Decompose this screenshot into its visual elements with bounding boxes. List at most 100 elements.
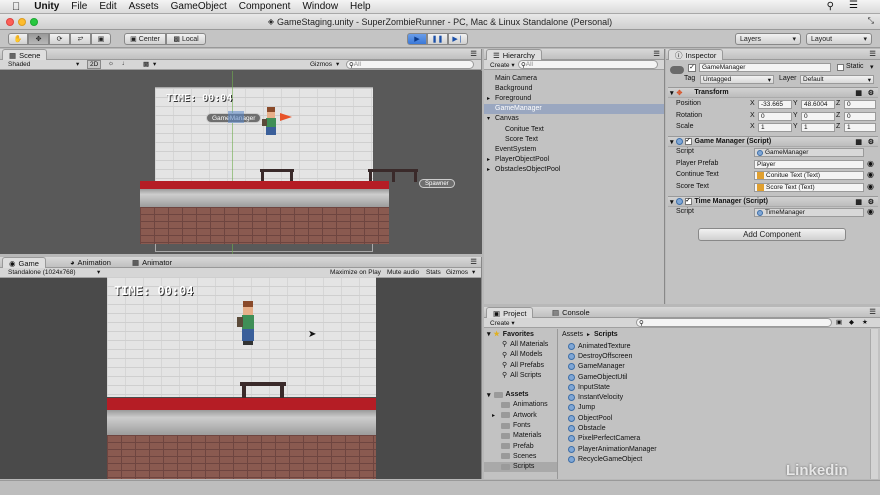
audio-icon[interactable]: ♩ bbox=[122, 60, 129, 67]
chevron-right-icon[interactable]: ▸ bbox=[487, 166, 495, 173]
project-create-button[interactable]: Create ▾ bbox=[490, 319, 515, 327]
scene-search-input[interactable]: ⚲ All bbox=[346, 60, 474, 69]
help-icon[interactable]: ▦ bbox=[855, 138, 862, 146]
filter-label-icon[interactable]: ◆ bbox=[849, 318, 854, 326]
tab-project[interactable]: ▣ Project bbox=[486, 307, 534, 318]
tab-animation[interactable]: ◕ Animation bbox=[64, 257, 117, 268]
script-asset-item[interactable]: Jump bbox=[568, 403, 868, 413]
hierarchy-create-button[interactable]: Create ▾ bbox=[490, 61, 515, 69]
scale-tool-button[interactable]: ⥂ bbox=[70, 33, 91, 45]
pause-button[interactable]: ❚❚ bbox=[427, 33, 448, 45]
layer-dropdown[interactable]: Default ▾ bbox=[800, 75, 874, 84]
component-enabled-checkbox[interactable]: ✓ bbox=[684, 138, 692, 145]
tab-scene[interactable]: ▦ Scene bbox=[2, 49, 48, 60]
filter-type-icon[interactable]: ▣ bbox=[836, 318, 842, 326]
position-z-field[interactable]: 0 bbox=[844, 100, 876, 109]
asset-folder-item[interactable]: Scenes bbox=[484, 451, 557, 461]
hierarchy-item[interactable]: ▾ Canvas bbox=[484, 114, 664, 124]
hierarchy-item[interactable]: Conitue Text bbox=[484, 124, 664, 134]
menu-assets[interactable]: Assets bbox=[129, 1, 159, 12]
step-button[interactable]: ▶❘ bbox=[448, 33, 468, 45]
script-asset-item[interactable]: GameManager bbox=[568, 362, 868, 372]
asset-folder-item[interactable]: Animations bbox=[484, 400, 557, 410]
fullscreen-icon[interactable]: ⤡ bbox=[868, 16, 874, 26]
hierarchy-item[interactable]: Score Text bbox=[484, 134, 664, 144]
game-viewport[interactable]: TIME: 00:04 ➤ bbox=[107, 277, 376, 479]
layout-dropdown[interactable]: Layout ▾ bbox=[806, 33, 872, 45]
tab-inspector[interactable]: ⓘ Inspector bbox=[668, 49, 724, 60]
script-asset-item[interactable]: InputState bbox=[568, 382, 868, 392]
shading-dropdown[interactable]: Shaded bbox=[8, 61, 30, 68]
chevron-right-icon[interactable]: ▸ bbox=[487, 95, 495, 102]
chevron-right-icon[interactable]: ▸ bbox=[487, 156, 495, 163]
active-checkbox[interactable]: ✓ bbox=[688, 64, 696, 72]
position-y-field[interactable]: 48.6004 bbox=[801, 100, 835, 109]
object-picker-icon[interactable]: ◉ bbox=[867, 182, 874, 191]
apple-icon[interactable]:  bbox=[12, 1, 20, 13]
hierarchy-item[interactable]: Background bbox=[484, 83, 664, 93]
rotation-x-field[interactable]: 0 bbox=[758, 112, 792, 121]
gear-icon[interactable]: ⚙ bbox=[868, 198, 874, 206]
hierarchy-item[interactable]: ▸ Foreground bbox=[484, 93, 664, 103]
assets-header[interactable]: ▾ Assets bbox=[484, 389, 557, 399]
script-asset-item[interactable]: Obstacle bbox=[568, 423, 868, 433]
script-asset-item[interactable]: GameObjectUtil bbox=[568, 372, 868, 382]
time-manager-script-field[interactable]: TimeManager bbox=[754, 208, 864, 217]
script-asset-item[interactable]: InstantVelocity bbox=[568, 392, 868, 402]
menu-unity[interactable]: Unity bbox=[34, 1, 59, 12]
zoom-window-button[interactable] bbox=[30, 18, 38, 26]
maximize-on-play-toggle[interactable]: Maximize on Play bbox=[330, 269, 381, 276]
asset-folder-item[interactable]: Prefab bbox=[484, 441, 557, 451]
hierarchy-item[interactable]: ▸ PlayerObjectPool bbox=[484, 155, 664, 165]
game-manager-component-header[interactable]: ▾ ✓ Game Manager (Script) ▦ ⚙ bbox=[668, 136, 878, 147]
hand-tool-button[interactable]: ✋ bbox=[8, 33, 28, 45]
stats-toggle[interactable]: Stats bbox=[426, 269, 441, 276]
hierarchy-item[interactable]: ▸ ObstaclesObjectPool bbox=[484, 165, 664, 175]
effects-icon[interactable]: ▩ bbox=[143, 60, 149, 68]
asset-folder-item[interactable]: Fonts bbox=[484, 420, 557, 430]
game-gizmos-dropdown[interactable]: Gizmos bbox=[446, 269, 468, 276]
play-button[interactable]: ▶ bbox=[407, 33, 427, 45]
panel-menu-icon[interactable]: ☰ bbox=[869, 307, 876, 316]
asset-folder-item[interactable]: Scripts bbox=[484, 461, 557, 472]
hierarchy-item[interactable]: GameManager bbox=[484, 103, 664, 114]
object-name-field[interactable]: GameManager bbox=[699, 63, 831, 72]
gear-icon[interactable]: ⚙ bbox=[868, 89, 874, 97]
player-sprite[interactable] bbox=[262, 107, 280, 135]
rotation-z-field[interactable]: 0 bbox=[844, 112, 876, 121]
panel-menu-icon[interactable]: ☰ bbox=[653, 49, 660, 58]
tag-dropdown[interactable]: Untagged ▾ bbox=[700, 75, 774, 84]
tab-console[interactable]: ▤ Console bbox=[546, 307, 596, 318]
search-icon[interactable]: ⚲ bbox=[827, 1, 834, 12]
gear-icon[interactable]: ⚙ bbox=[868, 138, 874, 146]
object-picker-icon[interactable]: ◉ bbox=[867, 207, 874, 216]
static-checkbox[interactable] bbox=[837, 64, 844, 71]
favorite-item[interactable]: ⚲ All Materials bbox=[484, 339, 557, 349]
asset-folder-item[interactable]: Materials bbox=[484, 431, 557, 441]
menu-window[interactable]: Window bbox=[302, 1, 338, 12]
spawner-scene-label[interactable]: Spawner bbox=[419, 179, 455, 188]
space-local-button[interactable]: ▩ Local bbox=[166, 33, 206, 45]
time-manager-component-header[interactable]: ▾ ✓ Time Manager (Script) ▦ ⚙ bbox=[668, 196, 878, 207]
continue-text-field[interactable]: Conitue Text (Text) bbox=[754, 171, 864, 180]
asset-folder-item[interactable]: ▸ Artwork bbox=[484, 410, 557, 420]
player-prefab-field[interactable]: Player bbox=[754, 160, 864, 169]
chevron-down-icon[interactable]: ▾ bbox=[487, 115, 495, 122]
favorite-item[interactable]: ⚲ All Prefabs bbox=[484, 360, 557, 370]
script-asset-item[interactable]: DestroyOffscreen bbox=[568, 351, 868, 361]
hierarchy-search-input[interactable]: ⚲ All bbox=[518, 60, 658, 69]
script-asset-item[interactable]: AnimatedTexture bbox=[568, 341, 868, 351]
chevron-down-icon[interactable]: ▾ bbox=[870, 63, 874, 71]
star-icon[interactable]: ★ bbox=[862, 318, 868, 326]
list-icon[interactable]: ☰ bbox=[849, 0, 858, 11]
hierarchy-item[interactable]: Main Camera bbox=[484, 73, 664, 83]
tab-game[interactable]: ◉ Game bbox=[2, 257, 46, 268]
tab-hierarchy[interactable]: ☰ Hierarchy bbox=[486, 49, 542, 60]
panel-menu-icon[interactable]: ☰ bbox=[470, 257, 477, 266]
move-gizmo-arrow-icon[interactable] bbox=[280, 113, 292, 121]
favorites-header[interactable]: ▾ ★ Favorites bbox=[484, 329, 557, 339]
pivot-center-button[interactable]: ▣ Center bbox=[124, 33, 166, 45]
script-asset-item[interactable]: PixelPerfectCamera bbox=[568, 434, 868, 444]
rotation-y-field[interactable]: 0 bbox=[801, 112, 835, 121]
menu-file[interactable]: File bbox=[71, 1, 87, 12]
